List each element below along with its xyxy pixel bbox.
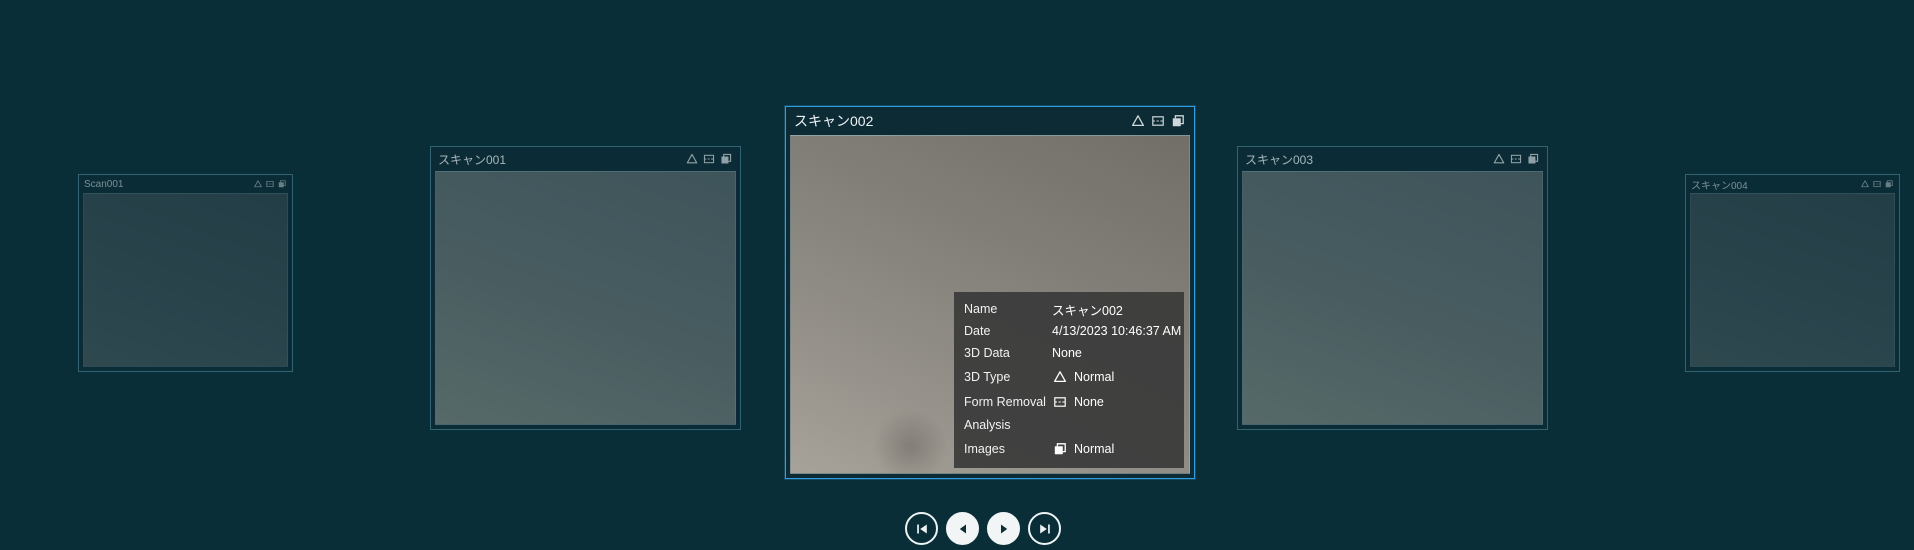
scan-card-icons bbox=[251, 179, 287, 189]
info-label: Date bbox=[964, 324, 991, 338]
scan-card-next[interactable]: スキャン003 bbox=[1237, 146, 1548, 430]
nav-next-button[interactable] bbox=[987, 512, 1020, 545]
scan-card-title: スキャン003 bbox=[1245, 152, 1314, 167]
scan-card-icons bbox=[682, 152, 733, 166]
scan-card-title: スキャン002 bbox=[794, 113, 874, 129]
3d-type-triangle-icon bbox=[1861, 180, 1869, 188]
info-row-images: Images Normal bbox=[964, 436, 1174, 461]
info-value: None bbox=[1052, 346, 1082, 360]
images-icon bbox=[278, 180, 286, 188]
info-row-3d-data: 3D Data None bbox=[964, 342, 1174, 364]
info-row-3d-type: 3D Type Normal bbox=[964, 364, 1174, 389]
info-label: 3D Data bbox=[964, 346, 1010, 360]
scan-card-previous[interactable]: スキャン001 bbox=[430, 146, 741, 430]
3d-type-triangle-icon bbox=[686, 153, 698, 164]
images-icon bbox=[720, 153, 732, 165]
scan-thumbnail bbox=[1242, 171, 1543, 425]
nav-last-button[interactable] bbox=[1028, 512, 1061, 545]
info-value: None bbox=[1052, 394, 1104, 410]
scan-card-header: Scan001 bbox=[79, 175, 292, 193]
images-icon bbox=[1885, 180, 1893, 188]
form-removal-icon bbox=[1152, 116, 1164, 126]
nav-first-button[interactable] bbox=[905, 512, 938, 545]
scan-card-title: スキャン001 bbox=[438, 152, 507, 167]
scan-thumbnail bbox=[83, 193, 288, 367]
scan-card-icons bbox=[1489, 152, 1540, 166]
scan-card-title: スキャン004 bbox=[1691, 180, 1748, 192]
scan-card-header: スキャン002 bbox=[786, 107, 1194, 135]
info-label: Name bbox=[964, 302, 998, 316]
scan-card-header: スキャン003 bbox=[1238, 147, 1547, 171]
info-value: 4/13/2023 10:46:37 AM bbox=[1052, 324, 1182, 338]
form-removal-icon bbox=[1510, 154, 1522, 164]
info-label: Images bbox=[964, 441, 1005, 456]
scan-card-header: スキャン001 bbox=[431, 147, 740, 171]
info-row-analysis: Analysis bbox=[964, 414, 1174, 436]
skip-last-icon bbox=[1039, 524, 1050, 533]
scan-thumbnail bbox=[1690, 193, 1895, 367]
skip-first-icon bbox=[916, 524, 927, 533]
info-row-form-removal: Form Removal None bbox=[964, 389, 1174, 414]
3d-type-triangle-icon bbox=[1493, 153, 1505, 164]
info-label: Form Removal bbox=[964, 394, 1046, 409]
images-icon bbox=[1054, 442, 1066, 455]
info-value: スキャン002 bbox=[1052, 303, 1123, 318]
info-row-name: Name スキャン002 bbox=[964, 298, 1174, 320]
scan-card-far-left[interactable]: Scan001 bbox=[78, 174, 293, 372]
scan-thumbnail: Name スキャン002 Date 4/13/2023 10:46:37 AM … bbox=[790, 135, 1190, 474]
scan-card-far-right[interactable]: スキャン004 bbox=[1685, 174, 1900, 372]
3d-type-triangle-icon bbox=[1131, 115, 1145, 127]
previous-icon bbox=[959, 524, 966, 533]
info-label: 3D Type bbox=[964, 369, 1011, 384]
next-icon bbox=[1000, 524, 1007, 533]
form-removal-icon bbox=[1054, 396, 1066, 407]
form-removal-icon bbox=[266, 181, 274, 187]
scan-info-panel: Name スキャン002 Date 4/13/2023 10:46:37 AM … bbox=[954, 292, 1184, 468]
info-value: Normal bbox=[1052, 441, 1114, 457]
3d-type-triangle-icon bbox=[254, 180, 262, 188]
scan-thumbnail bbox=[435, 171, 736, 425]
scan-card-icons bbox=[1858, 179, 1894, 189]
nav-previous-button[interactable] bbox=[946, 512, 979, 545]
scan-card-icons bbox=[1126, 113, 1186, 129]
scan-card-header: スキャン004 bbox=[1686, 175, 1899, 193]
scan-carousel-stage: Scan001 スキャン001 スキャン002 Name スキャン002 Dat… bbox=[0, 0, 1914, 550]
carousel-navigation bbox=[905, 512, 1061, 545]
info-row-date: Date 4/13/2023 10:46:37 AM bbox=[964, 320, 1181, 342]
info-label: Analysis bbox=[964, 418, 1011, 432]
3d-type-triangle-icon bbox=[1053, 370, 1067, 382]
form-removal-icon bbox=[1873, 181, 1881, 187]
scan-card-title: Scan001 bbox=[84, 178, 124, 190]
scan-card-selected[interactable]: スキャン002 Name スキャン002 Date 4/13/2023 10:4… bbox=[785, 106, 1195, 479]
images-icon bbox=[1172, 115, 1184, 127]
info-value: Normal bbox=[1052, 369, 1114, 385]
images-icon bbox=[1527, 153, 1539, 165]
form-removal-icon bbox=[703, 154, 715, 164]
